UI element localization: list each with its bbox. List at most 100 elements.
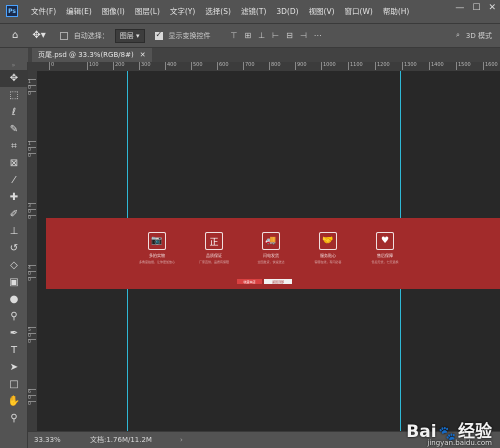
window-controls: — ☐ ✕ — [455, 3, 496, 13]
feature-item: ♥ 售后保障 售后无忧，七天退换 — [360, 232, 410, 264]
menu-edit[interactable]: 编辑(E) — [61, 6, 97, 17]
feature-subtitle: 售后无忧，七天退换 — [371, 260, 399, 264]
crop-tool-icon[interactable]: ⌗ — [0, 138, 28, 155]
feature-title: 售后保障 — [377, 253, 393, 258]
marquee-tool-icon[interactable]: ⬚ — [0, 87, 28, 104]
ruler-tick: 0 — [28, 339, 36, 345]
document-tab[interactable]: 页尾.psd @ 33.3%(RGB/8#) ✕ — [32, 48, 152, 62]
brush-tool-icon[interactable]: ✐ — [0, 206, 28, 223]
feature-item: 📷 多拍实物 多角度拍摄，让你更加放心 — [132, 232, 182, 264]
camera-icon: 📷 — [148, 232, 166, 250]
handshake-icon: 🤝 — [319, 232, 337, 250]
ruler-tick: 1600 — [483, 62, 498, 70]
document-tab-title: 页尾.psd @ 33.3%(RGB/8#) — [38, 51, 134, 59]
feature-subtitle: 全国发货，快速送达 — [257, 260, 285, 264]
align-top-icon[interactable]: ⊤ — [231, 31, 238, 40]
lasso-tool-icon[interactable]: ℓ — [0, 104, 28, 121]
footer-banner[interactable]: 📷 多拍实物 多角度拍摄，让你更加放心 正 品质保证 厂家直供，品质有保障 🚚 … — [46, 218, 500, 289]
feature-subtitle: 厂家直供，品质有保障 — [198, 260, 229, 264]
align-hcenter-icon[interactable]: ⊟ — [286, 31, 293, 40]
distribute-icon[interactable]: ⋯ — [314, 31, 322, 40]
dodge-tool-icon[interactable]: ⚲ — [0, 308, 28, 325]
rectangle-tool-icon[interactable]: □ — [0, 376, 28, 393]
menu-view[interactable]: 视图(V) — [304, 6, 340, 17]
home-icon[interactable]: ⌂ — [12, 30, 18, 41]
move-tool-icon[interactable]: ✥ — [0, 70, 28, 87]
menu-file[interactable]: 文件(F) — [26, 6, 61, 17]
status-menu-arrow-icon[interactable]: › — [180, 436, 183, 444]
show-transform-checkbox[interactable] — [154, 30, 163, 40]
document-canvas[interactable]: 📷 多拍实物 多角度拍摄，让你更加放心 正 品质保证 厂家直供，品质有保障 🚚 … — [37, 71, 500, 431]
menu-type[interactable]: 文字(Y) — [165, 6, 200, 17]
truck-icon: 🚚 — [262, 232, 280, 250]
ruler-tick: 1500 — [456, 62, 471, 70]
watermark-url: jingyan.baidu.com — [427, 439, 492, 447]
feature-title: 闪电发货 — [263, 253, 279, 258]
photoshop-logo-icon[interactable]: Ps — [6, 5, 18, 17]
ruler-tick: 0 — [28, 277, 36, 283]
close-button[interactable]: ✕ — [488, 3, 496, 13]
minimize-button[interactable]: — — [455, 3, 464, 13]
tab-close-icon[interactable]: ✕ — [140, 51, 146, 59]
menu-image[interactable]: 图像(I) — [97, 6, 130, 17]
menu-3d[interactable]: 3D(D) — [271, 7, 303, 16]
ruler-tick: 1100 — [348, 62, 363, 70]
blur-tool-icon[interactable]: ● — [0, 291, 28, 308]
heart-icon: ♥ — [376, 232, 394, 250]
pen-tool-icon[interactable]: ✒ — [0, 325, 28, 342]
baidu-jingyan-watermark: Bai 🐾 经验 jingyan.baidu.com — [406, 417, 492, 447]
ruler-tick: 0 — [28, 401, 36, 407]
healing-brush-tool-icon[interactable]: ✚ — [0, 189, 28, 206]
maximize-button[interactable]: ☐ — [472, 3, 480, 13]
menu-select[interactable]: 选择(S) — [200, 6, 236, 17]
ruler-tick: 0 — [28, 215, 36, 221]
feature-item: 正 品质保证 厂家直供，品质有保障 — [189, 232, 239, 264]
zoom-tool-icon[interactable]: ⚲ — [0, 410, 28, 427]
search-icon[interactable]: ⌕ — [456, 31, 460, 40]
hand-tool-icon[interactable]: ✋ — [0, 393, 28, 410]
eraser-tool-icon[interactable]: ◇ — [0, 257, 28, 274]
menu-layer[interactable]: 图层(L) — [130, 6, 165, 17]
menu-window[interactable]: 窗口(W) — [340, 6, 378, 17]
path-select-tool-icon[interactable]: ➤ — [0, 359, 28, 376]
layer-dropdown[interactable]: 图层 ▾ — [114, 28, 145, 43]
toolbar-grip[interactable]: » — [0, 62, 27, 70]
ruler-tick: 0 — [28, 91, 36, 97]
ruler-tick: 1400 — [429, 62, 444, 70]
menu-filter[interactable]: 滤镜(T) — [236, 6, 271, 17]
type-tool-icon[interactable]: T — [0, 342, 28, 359]
align-right-icon[interactable]: ⊣ — [300, 31, 307, 40]
quick-select-tool-icon[interactable]: ✎ — [0, 121, 28, 138]
move-tool-icon[interactable]: ✥▾ — [32, 30, 45, 41]
options-right: ⌕ 3D 模式 — [456, 31, 492, 41]
auto-select-checkbox[interactable] — [59, 31, 68, 40]
ruler-tick: 600 — [217, 62, 229, 70]
document-tab-bar: 页尾.psd @ 33.3%(RGB/8#) ✕ — [28, 48, 500, 63]
history-brush-tool-icon[interactable]: ↺ — [0, 240, 28, 257]
layer-dropdown-value: 图层 — [119, 31, 134, 40]
mode-3d-label[interactable]: 3D 模式 — [466, 31, 492, 41]
ruler-tick: 1300 — [402, 62, 417, 70]
ruler-tick: 800 — [269, 62, 281, 70]
feature-subtitle: 客服在线，有问必答 — [314, 260, 342, 264]
feature-item: 🤝 服务贴心 客服在线，有问必答 — [303, 232, 353, 264]
ruler-tick: 0 — [49, 62, 55, 70]
stamp-tool-icon[interactable]: ⊥ — [0, 223, 28, 240]
align-bottom-icon[interactable]: ⊥ — [258, 31, 265, 40]
tools-panel: » ✥ ⬚ ℓ ✎ ⌗ ⊠ ⁄ ✚ ✐ ⊥ ↺ ◇ ▣ ● ⚲ ✒ T ➤ □ … — [0, 62, 28, 448]
frame-tool-icon[interactable]: ⊠ — [0, 155, 28, 172]
ruler-tick: 700 — [243, 62, 255, 70]
ruler-tick: 1000 — [321, 62, 336, 70]
align-icons-group: ⊤ ⊞ ⊥ ⊢ ⊟ ⊣ ⋯ — [231, 31, 322, 40]
eyedropper-tool-icon[interactable]: ⁄ — [0, 172, 28, 189]
document-size: 文档:1.76M/11.2M — [90, 436, 152, 444]
align-vcenter-icon[interactable]: ⊞ — [244, 31, 251, 40]
align-left-icon[interactable]: ⊢ — [272, 31, 279, 40]
ruler-tick: 1200 — [375, 62, 390, 70]
ruler-tick: 200 — [113, 62, 125, 70]
gradient-tool-icon[interactable]: ▣ — [0, 274, 28, 291]
menu-help[interactable]: 帮助(H) — [378, 6, 415, 17]
ruler-tick: 900 — [295, 62, 307, 70]
zoom-level[interactable]: 33.33% — [34, 436, 82, 444]
feature-title: 品质保证 — [206, 253, 222, 258]
